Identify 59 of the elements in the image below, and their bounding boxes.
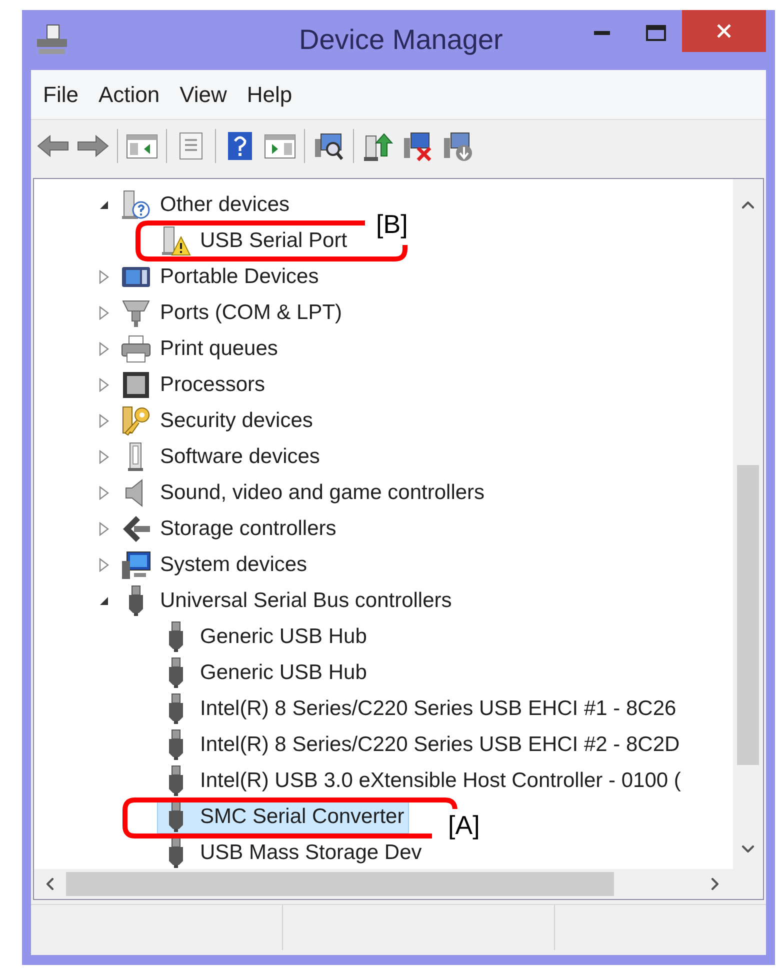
tree-item[interactable]: SMC Serial Converter (157, 800, 410, 834)
maximize-icon (646, 25, 666, 41)
unknown-device-icon (120, 189, 152, 221)
window-title: Device Manager (299, 23, 503, 57)
collapsed-triangle-icon (99, 270, 109, 284)
tree-item[interactable]: Intel(R) USB 3.0 eXtensible Host Controller - 0100 ( (157, 764, 686, 798)
tree-item[interactable]: USB Serial Port (157, 224, 352, 258)
menu-item[interactable]: Action (92, 78, 166, 111)
collapsed-triangle-icon (99, 342, 109, 356)
collapsed-triangle-icon (99, 486, 109, 500)
callout-label: [B] (376, 208, 408, 241)
tree-item[interactable]: Intel(R) 8 Series/C220 Series USB EHCI #2 - 8C2D (157, 728, 685, 762)
tree-item[interactable]: Ports (COM & LPT) (117, 296, 348, 330)
tree-item[interactable]: Generic USB Hub (157, 620, 372, 654)
window-pane-icon (264, 132, 296, 160)
computer-monitor-icon (120, 549, 152, 581)
menu-item[interactable]: Help (240, 78, 298, 111)
tree-item[interactable]: System devices (117, 548, 312, 582)
device-x-icon (402, 130, 434, 162)
collapsed-triangle-icon (99, 558, 109, 572)
minimize-icon (594, 31, 610, 35)
tree-item[interactable]: Sound, video and game controllers (117, 476, 490, 510)
tree-item[interactable]: Intel(R) 8 Series/C220 Series USB EHCI #1 - 8C26 (157, 692, 682, 726)
collapsed-triangle-icon (99, 414, 109, 428)
horizontal-scrollbar[interactable] (34, 869, 763, 899)
tree-item[interactable]: Portable Devices (117, 260, 324, 294)
tree-item[interactable]: Processors (117, 368, 270, 402)
device-manager-icon (35, 23, 69, 57)
scrollbar-thumb[interactable] (66, 872, 614, 896)
tree-item[interactable]: Storage controllers (117, 512, 342, 546)
tree-item[interactable]: Security devices (117, 404, 318, 438)
window-pane-icon (126, 132, 158, 160)
vertical-scrollbar[interactable] (733, 179, 763, 869)
tree-item[interactable]: Other devices (117, 188, 295, 222)
tree-item[interactable]: Generic USB Hub (157, 656, 372, 690)
tree-item[interactable]: Print queues (117, 332, 283, 366)
help-icon (227, 131, 253, 161)
menu-item[interactable]: View (174, 78, 233, 111)
collapsed-triangle-icon (99, 522, 109, 536)
tree-item[interactable]: USB Mass Storage Dev (157, 836, 427, 869)
forward-arrow-icon (76, 134, 110, 158)
collapsed-triangle-icon (99, 378, 109, 392)
warning-device-icon (160, 225, 192, 257)
menu-item[interactable]: File (37, 78, 84, 111)
key-icon (120, 405, 152, 437)
close-icon (716, 23, 732, 39)
scrollbar-thumb[interactable] (737, 465, 759, 765)
chip-icon (120, 369, 152, 401)
close-button[interactable] (682, 10, 766, 52)
collapsed-triangle-icon (99, 450, 109, 464)
back-arrow-icon (36, 134, 70, 158)
printer-icon (120, 333, 152, 365)
collapsed-triangle-icon (99, 306, 109, 320)
device-down-arrow-icon (442, 130, 474, 162)
tree-item[interactable]: Software devices (117, 440, 325, 474)
tree-item[interactable]: Universal Serial Bus controllers (117, 584, 457, 618)
monitor-magnifier-icon (313, 131, 345, 161)
expanded-triangle-icon (99, 200, 109, 210)
expanded-triangle-icon (99, 596, 109, 606)
